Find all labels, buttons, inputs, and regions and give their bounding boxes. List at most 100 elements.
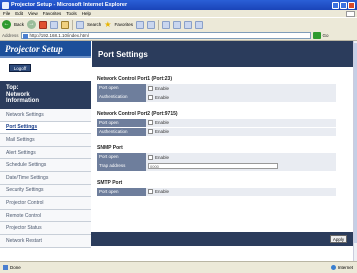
menu-help[interactable]: Help xyxy=(82,11,91,16)
page-title: Port Settings xyxy=(91,41,353,67)
row-label: Authentication xyxy=(97,127,146,136)
authentication-row: Authentication Enable xyxy=(97,93,336,102)
row-label: Port open xyxy=(97,118,146,127)
ie-icon xyxy=(2,1,9,9)
checkbox-label: Enable xyxy=(155,154,170,160)
top-network-information-link[interactable]: Top: Network Information xyxy=(0,81,91,109)
print-icon[interactable] xyxy=(172,20,181,29)
go-label[interactable]: Go xyxy=(323,33,329,38)
edit-icon[interactable] xyxy=(183,20,192,29)
authentication-row: Authentication Enable xyxy=(97,127,336,136)
address-input[interactable]: http://192.168.1.10/index.html xyxy=(20,32,311,39)
checkbox-label: Enable xyxy=(155,94,170,100)
status-bar: Done Internet xyxy=(0,261,357,273)
zone-label: Internet xyxy=(337,265,353,270)
menu-tools[interactable]: Tools xyxy=(66,11,77,16)
maximize-icon[interactable] xyxy=(340,1,347,9)
nav-item-projector-control[interactable]: Projector Control xyxy=(0,197,91,210)
back-label[interactable]: Back xyxy=(14,22,24,27)
row-value: 0000 xyxy=(146,162,336,171)
stop-icon[interactable] xyxy=(39,20,48,29)
globe-icon xyxy=(330,265,336,270)
address-url: http://192.168.1.10/index.html xyxy=(29,33,89,38)
minimize-icon[interactable] xyxy=(332,1,339,9)
nav-item-network-settings[interactable]: Network Settings xyxy=(0,109,91,122)
checkbox-label: Enable xyxy=(155,85,170,91)
refresh-icon[interactable] xyxy=(50,20,59,29)
top-title-line: Information xyxy=(6,98,39,104)
mail-icon[interactable] xyxy=(161,20,170,29)
row-value: Enable xyxy=(146,84,336,93)
port2-auth-checkbox[interactable] xyxy=(148,129,153,135)
port2-open-checkbox[interactable] xyxy=(148,120,153,126)
menu-edit[interactable]: Edit xyxy=(15,11,23,16)
address-label: Address xyxy=(2,33,19,38)
nav-item-remote-control[interactable]: Remote Control xyxy=(0,209,91,223)
left-navigation: Projector Setup Logoff Top: Network Info… xyxy=(0,41,91,261)
section-title: Network Control Port2 (Port:9715) xyxy=(97,110,178,117)
search-label[interactable]: Search xyxy=(87,22,101,27)
window-titlebar: Projector Setup - Microsoft Internet Exp… xyxy=(0,0,357,10)
row-label: Port open xyxy=(97,84,146,93)
checkbox-label: Enable xyxy=(155,120,170,126)
smtp-open-checkbox[interactable] xyxy=(148,189,153,195)
zone-indicator: Internet xyxy=(330,265,353,270)
port1-auth-checkbox[interactable] xyxy=(148,94,153,100)
trap-address-input[interactable]: 0000 xyxy=(148,163,278,170)
port-open-row: Port open Enable xyxy=(97,187,336,196)
port-open-row: Port open Enable xyxy=(97,84,336,93)
snmp-open-checkbox[interactable] xyxy=(148,154,153,160)
toolbar-separator xyxy=(157,19,159,30)
nav-item-date-time-settings[interactable]: Date/Time Settings xyxy=(0,171,91,185)
toolbar-separator xyxy=(72,19,74,30)
search-icon[interactable] xyxy=(76,20,85,29)
favorites-label[interactable]: Favorites xyxy=(114,22,133,27)
nav-item-network-restart[interactable]: Network Restart xyxy=(0,234,91,248)
menu-bar: File Edit View Favorites Tools Help xyxy=(0,10,357,17)
trap-address-row: Trap address 0000 xyxy=(97,162,336,171)
port1-open-checkbox[interactable] xyxy=(148,85,153,91)
media-icon[interactable] xyxy=(135,20,144,29)
nav-item-security-settings[interactable]: Security Settings xyxy=(0,184,91,198)
history-icon[interactable] xyxy=(146,20,155,29)
forward-arrow-icon[interactable]: → xyxy=(27,20,37,29)
port-open-row: Port open Enable xyxy=(97,118,336,127)
menu-favorites[interactable]: Favorites xyxy=(43,11,62,16)
row-value: Enable xyxy=(146,93,336,102)
row-label: Authentication xyxy=(97,93,146,102)
row-value: Enable xyxy=(146,187,336,196)
status-text: Done xyxy=(10,265,21,270)
brand-logo: Projector Setup xyxy=(0,41,91,58)
back-arrow-icon[interactable]: ← xyxy=(2,20,11,29)
section-title: SNMP Port xyxy=(97,145,123,151)
apply-button[interactable]: Apply xyxy=(330,235,347,243)
browser-toolbar: ← Back → Search ★ Favorites xyxy=(0,17,357,31)
checkbox-label: Enable xyxy=(155,129,170,135)
close-icon[interactable] xyxy=(348,1,355,9)
page-icon xyxy=(22,33,28,39)
nav-item-alert-settings[interactable]: Alert Settings xyxy=(0,146,91,160)
vertical-scrollbar[interactable] xyxy=(353,41,357,261)
logoff-button[interactable]: Logoff xyxy=(9,64,31,72)
window-buttons xyxy=(332,1,355,9)
nav-item-port-settings[interactable]: Port Settings xyxy=(0,121,91,135)
menu-file[interactable]: File xyxy=(3,11,10,16)
row-value: Enable xyxy=(146,153,336,162)
favorites-star-icon[interactable]: ★ xyxy=(104,20,111,29)
row-label: Port open xyxy=(97,153,146,162)
go-arrow-icon[interactable] xyxy=(312,32,321,39)
discuss-icon[interactable] xyxy=(194,20,203,29)
apply-bar: Apply xyxy=(91,232,353,246)
main-content: Port Settings Network Control Port1 (Por… xyxy=(91,41,353,261)
port-open-row: Port open Enable xyxy=(97,153,336,162)
nav-item-mail-settings[interactable]: Mail Settings xyxy=(0,134,91,147)
row-value: Enable xyxy=(146,127,336,136)
windows-logo-icon xyxy=(346,10,355,17)
nav-item-projector-status[interactable]: Projector Status xyxy=(0,222,91,235)
section-title: SMTP Port xyxy=(97,179,123,186)
row-label: Trap address xyxy=(97,162,146,171)
nav-item-schedule-settings[interactable]: Schedule Settings xyxy=(0,159,91,172)
menu-view[interactable]: View xyxy=(28,11,38,16)
checkbox-label: Enable xyxy=(155,189,170,195)
home-icon[interactable] xyxy=(61,20,70,29)
